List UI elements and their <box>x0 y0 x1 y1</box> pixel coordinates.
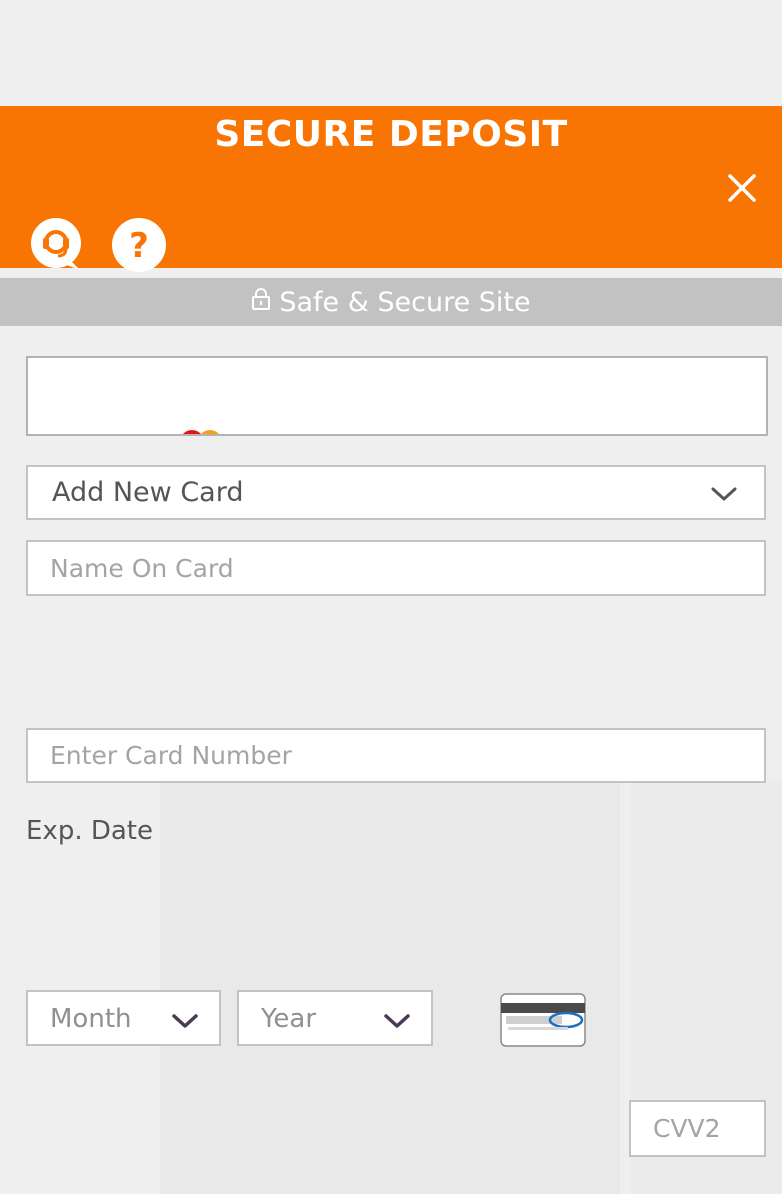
card-select[interactable]: Add New Card <box>26 465 766 520</box>
card-logo-icon <box>183 430 219 434</box>
card-select-value: Add New Card <box>52 477 244 508</box>
name-on-card-input[interactable] <box>26 540 766 596</box>
background-page <box>160 780 620 1194</box>
card-type-banner <box>26 356 768 436</box>
svg-text:?: ? <box>129 226 149 266</box>
year-select-value: Year <box>261 1004 317 1034</box>
deposit-header: SECURE DEPOSIT ? <box>0 106 782 272</box>
headset-icon[interactable] <box>30 218 86 274</box>
year-select[interactable]: Year <box>237 990 433 1046</box>
cvv-input[interactable] <box>629 1100 766 1157</box>
month-select-value: Month <box>50 1004 132 1034</box>
lock-icon <box>251 287 271 318</box>
chevron-down-icon <box>172 1014 198 1028</box>
exp-date-label: Exp. Date <box>26 816 153 846</box>
chevron-down-icon <box>384 1014 410 1028</box>
page-title: SECURE DEPOSIT <box>214 114 568 155</box>
close-icon[interactable] <box>722 168 762 208</box>
secure-site-bar: Safe & Secure Site <box>0 278 782 326</box>
question-icon[interactable]: ? <box>112 218 166 272</box>
chevron-down-icon <box>711 487 737 501</box>
cvv-card-back-icon <box>500 993 586 1047</box>
month-select[interactable]: Month <box>26 990 221 1046</box>
secure-site-label: Safe & Secure Site <box>279 286 531 318</box>
card-number-input[interactable] <box>26 728 766 783</box>
